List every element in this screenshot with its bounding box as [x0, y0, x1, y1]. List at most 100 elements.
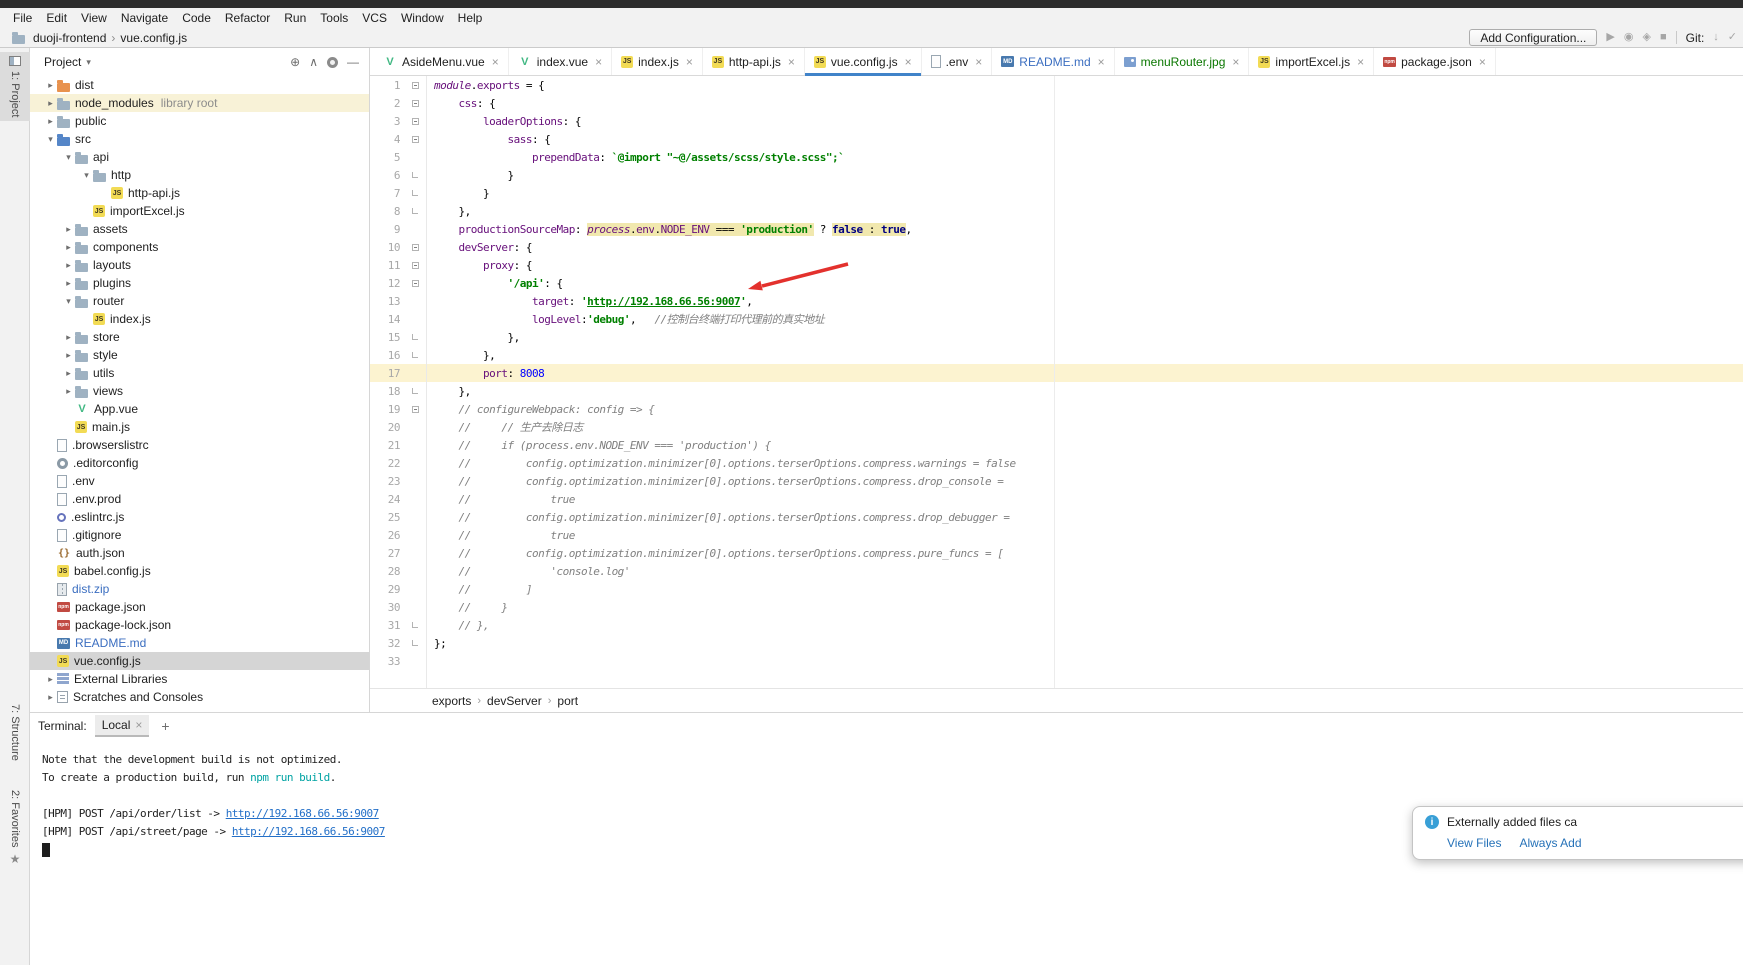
- menu-item-window[interactable]: Window: [394, 8, 451, 28]
- chevron-right-icon[interactable]: ▸: [62, 368, 75, 379]
- code-line[interactable]: 24 // true: [370, 490, 1743, 508]
- tree-item-router[interactable]: ▾router: [30, 292, 369, 310]
- tree-item-babel-config-js[interactable]: JSbabel.config.js: [30, 562, 369, 580]
- project-panel-title[interactable]: Project: [44, 55, 81, 69]
- line-number[interactable]: 17: [370, 367, 406, 380]
- breadcrumb-exports[interactable]: exports: [432, 694, 471, 708]
- code-line[interactable]: 7 }: [370, 184, 1743, 202]
- tree-item-dist-zip[interactable]: dist.zip: [30, 580, 369, 598]
- line-number[interactable]: 31: [370, 619, 406, 632]
- stripe-button-favorites[interactable]: 2: Favorites ★: [0, 786, 30, 870]
- tree-item-scratches-and-consoles[interactable]: ▸Scratches and Consoles: [30, 688, 369, 706]
- git-update-icon[interactable]: ↓: [1713, 32, 1719, 43]
- line-number[interactable]: 24: [370, 493, 406, 506]
- fold-start-icon[interactable]: [406, 82, 424, 89]
- tree-item-package-json[interactable]: npmpackage.json: [30, 598, 369, 616]
- tree-item-gitignore[interactable]: .gitignore: [30, 526, 369, 544]
- close-icon[interactable]: ×: [1479, 55, 1486, 69]
- close-icon[interactable]: ×: [595, 55, 602, 69]
- code-line[interactable]: 5 prependData: `@import "~@/assets/scss/…: [370, 148, 1743, 166]
- line-number[interactable]: 13: [370, 295, 406, 308]
- line-number[interactable]: 11: [370, 259, 406, 272]
- breadcrumb-devserver[interactable]: devServer: [487, 694, 542, 708]
- menu-item-code[interactable]: Code: [175, 8, 218, 28]
- fold-end-icon[interactable]: [406, 640, 424, 646]
- menu-item-edit[interactable]: Edit: [39, 8, 74, 28]
- code-line[interactable]: 6 }: [370, 166, 1743, 184]
- line-number[interactable]: 7: [370, 187, 406, 200]
- breadcrumb-project[interactable]: duoji-frontend: [33, 31, 106, 45]
- chevron-right-icon[interactable]: ▸: [44, 98, 57, 109]
- tab-index-vue[interactable]: Vindex.vue×: [509, 48, 612, 75]
- line-number[interactable]: 10: [370, 241, 406, 254]
- line-number[interactable]: 27: [370, 547, 406, 560]
- code-line[interactable]: 28 // 'console.log': [370, 562, 1743, 580]
- menu-item-refactor[interactable]: Refactor: [218, 8, 277, 28]
- chevron-down-icon[interactable]: ▾: [86, 57, 91, 68]
- code-line[interactable]: 22 // config.optimization.minimizer[0].o…: [370, 454, 1743, 472]
- breadcrumb-file[interactable]: vue.config.js: [120, 31, 187, 45]
- chevron-right-icon[interactable]: ▸: [62, 224, 75, 235]
- code-line[interactable]: 11 proxy: {: [370, 256, 1743, 274]
- code-line[interactable]: 16 },: [370, 346, 1743, 364]
- close-icon[interactable]: ×: [1098, 55, 1105, 69]
- code-line[interactable]: 8 },: [370, 202, 1743, 220]
- terminal-link[interactable]: http://192.168.66.56:9007: [226, 807, 379, 820]
- chevron-right-icon[interactable]: ▸: [44, 692, 57, 703]
- tree-item-external-libraries[interactable]: ▸External Libraries: [30, 670, 369, 688]
- chevron-right-icon[interactable]: ▸: [62, 260, 75, 271]
- code-line[interactable]: 27 // config.optimization.minimizer[0].o…: [370, 544, 1743, 562]
- line-number[interactable]: 25: [370, 511, 406, 524]
- line-number[interactable]: 3: [370, 115, 406, 128]
- code-line[interactable]: 15 },: [370, 328, 1743, 346]
- coverage-icon[interactable]: ◈: [1642, 32, 1650, 43]
- line-number[interactable]: 32: [370, 637, 406, 650]
- close-icon[interactable]: ×: [135, 718, 142, 732]
- menu-item-navigate[interactable]: Navigate: [114, 8, 175, 28]
- menu-item-view[interactable]: View: [74, 8, 114, 28]
- git-commit-icon[interactable]: ✓: [1728, 32, 1737, 43]
- code-line[interactable]: 31 // },: [370, 616, 1743, 634]
- tree-item-readme-md[interactable]: MDREADME.md: [30, 634, 369, 652]
- stripe-button-structure[interactable]: 7: Structure: [0, 700, 30, 765]
- code-line[interactable]: 13 target: 'http://192.168.66.56:9007',: [370, 292, 1743, 310]
- tree-item-auth-json[interactable]: {}auth.json: [30, 544, 369, 562]
- code-line[interactable]: 4 sass: {: [370, 130, 1743, 148]
- code-line[interactable]: 3 loaderOptions: {: [370, 112, 1743, 130]
- line-number[interactable]: 6: [370, 169, 406, 182]
- terminal-link[interactable]: http://192.168.66.56:9007: [232, 825, 385, 838]
- chevron-down-icon[interactable]: ▾: [62, 296, 75, 307]
- line-number[interactable]: 28: [370, 565, 406, 578]
- fold-start-icon[interactable]: [406, 100, 424, 107]
- line-number[interactable]: 19: [370, 403, 406, 416]
- tab-importexcel-js[interactable]: JSimportExcel.js×: [1249, 48, 1374, 75]
- breadcrumb-port[interactable]: port: [557, 694, 578, 708]
- code-line[interactable]: 12 '/api': {: [370, 274, 1743, 292]
- code-line[interactable]: 19 // configureWebpack: config => {: [370, 400, 1743, 418]
- code-line[interactable]: 9 productionSourceMap: process.env.NODE_…: [370, 220, 1743, 238]
- line-number[interactable]: 1: [370, 79, 406, 92]
- line-number[interactable]: 22: [370, 457, 406, 470]
- menu-item-vcs[interactable]: VCS: [355, 8, 394, 28]
- tree-item-store[interactable]: ▸store: [30, 328, 369, 346]
- tab-package-json[interactable]: npmpackage.json×: [1374, 48, 1496, 75]
- tab-asidemenu-vue[interactable]: VAsideMenu.vue×: [374, 48, 509, 75]
- close-icon[interactable]: ×: [788, 55, 795, 69]
- tree-item-index-js[interactable]: JSindex.js: [30, 310, 369, 328]
- tab-vue-config-js[interactable]: JSvue.config.js×: [805, 48, 922, 75]
- close-icon[interactable]: ×: [975, 55, 982, 69]
- terminal-tab-local[interactable]: Local ×: [95, 715, 150, 737]
- close-icon[interactable]: ×: [905, 55, 912, 69]
- tree-item-http-api-js[interactable]: JShttp-api.js: [30, 184, 369, 202]
- tree-item-app-vue[interactable]: VApp.vue: [30, 400, 369, 418]
- fold-end-icon[interactable]: [406, 388, 424, 394]
- line-number[interactable]: 21: [370, 439, 406, 452]
- code-line[interactable]: 2 css: {: [370, 94, 1743, 112]
- tree-item-plugins[interactable]: ▸plugins: [30, 274, 369, 292]
- chevron-right-icon[interactable]: ▸: [44, 674, 57, 685]
- chevron-right-icon[interactable]: ▸: [62, 332, 75, 343]
- tree-item-browserslistrc[interactable]: .browserslistrc: [30, 436, 369, 454]
- tree-item-env-prod[interactable]: .env.prod: [30, 490, 369, 508]
- notification-action-always-add[interactable]: Always Add: [1519, 836, 1581, 850]
- locate-file-icon[interactable]: ⊕: [290, 56, 300, 68]
